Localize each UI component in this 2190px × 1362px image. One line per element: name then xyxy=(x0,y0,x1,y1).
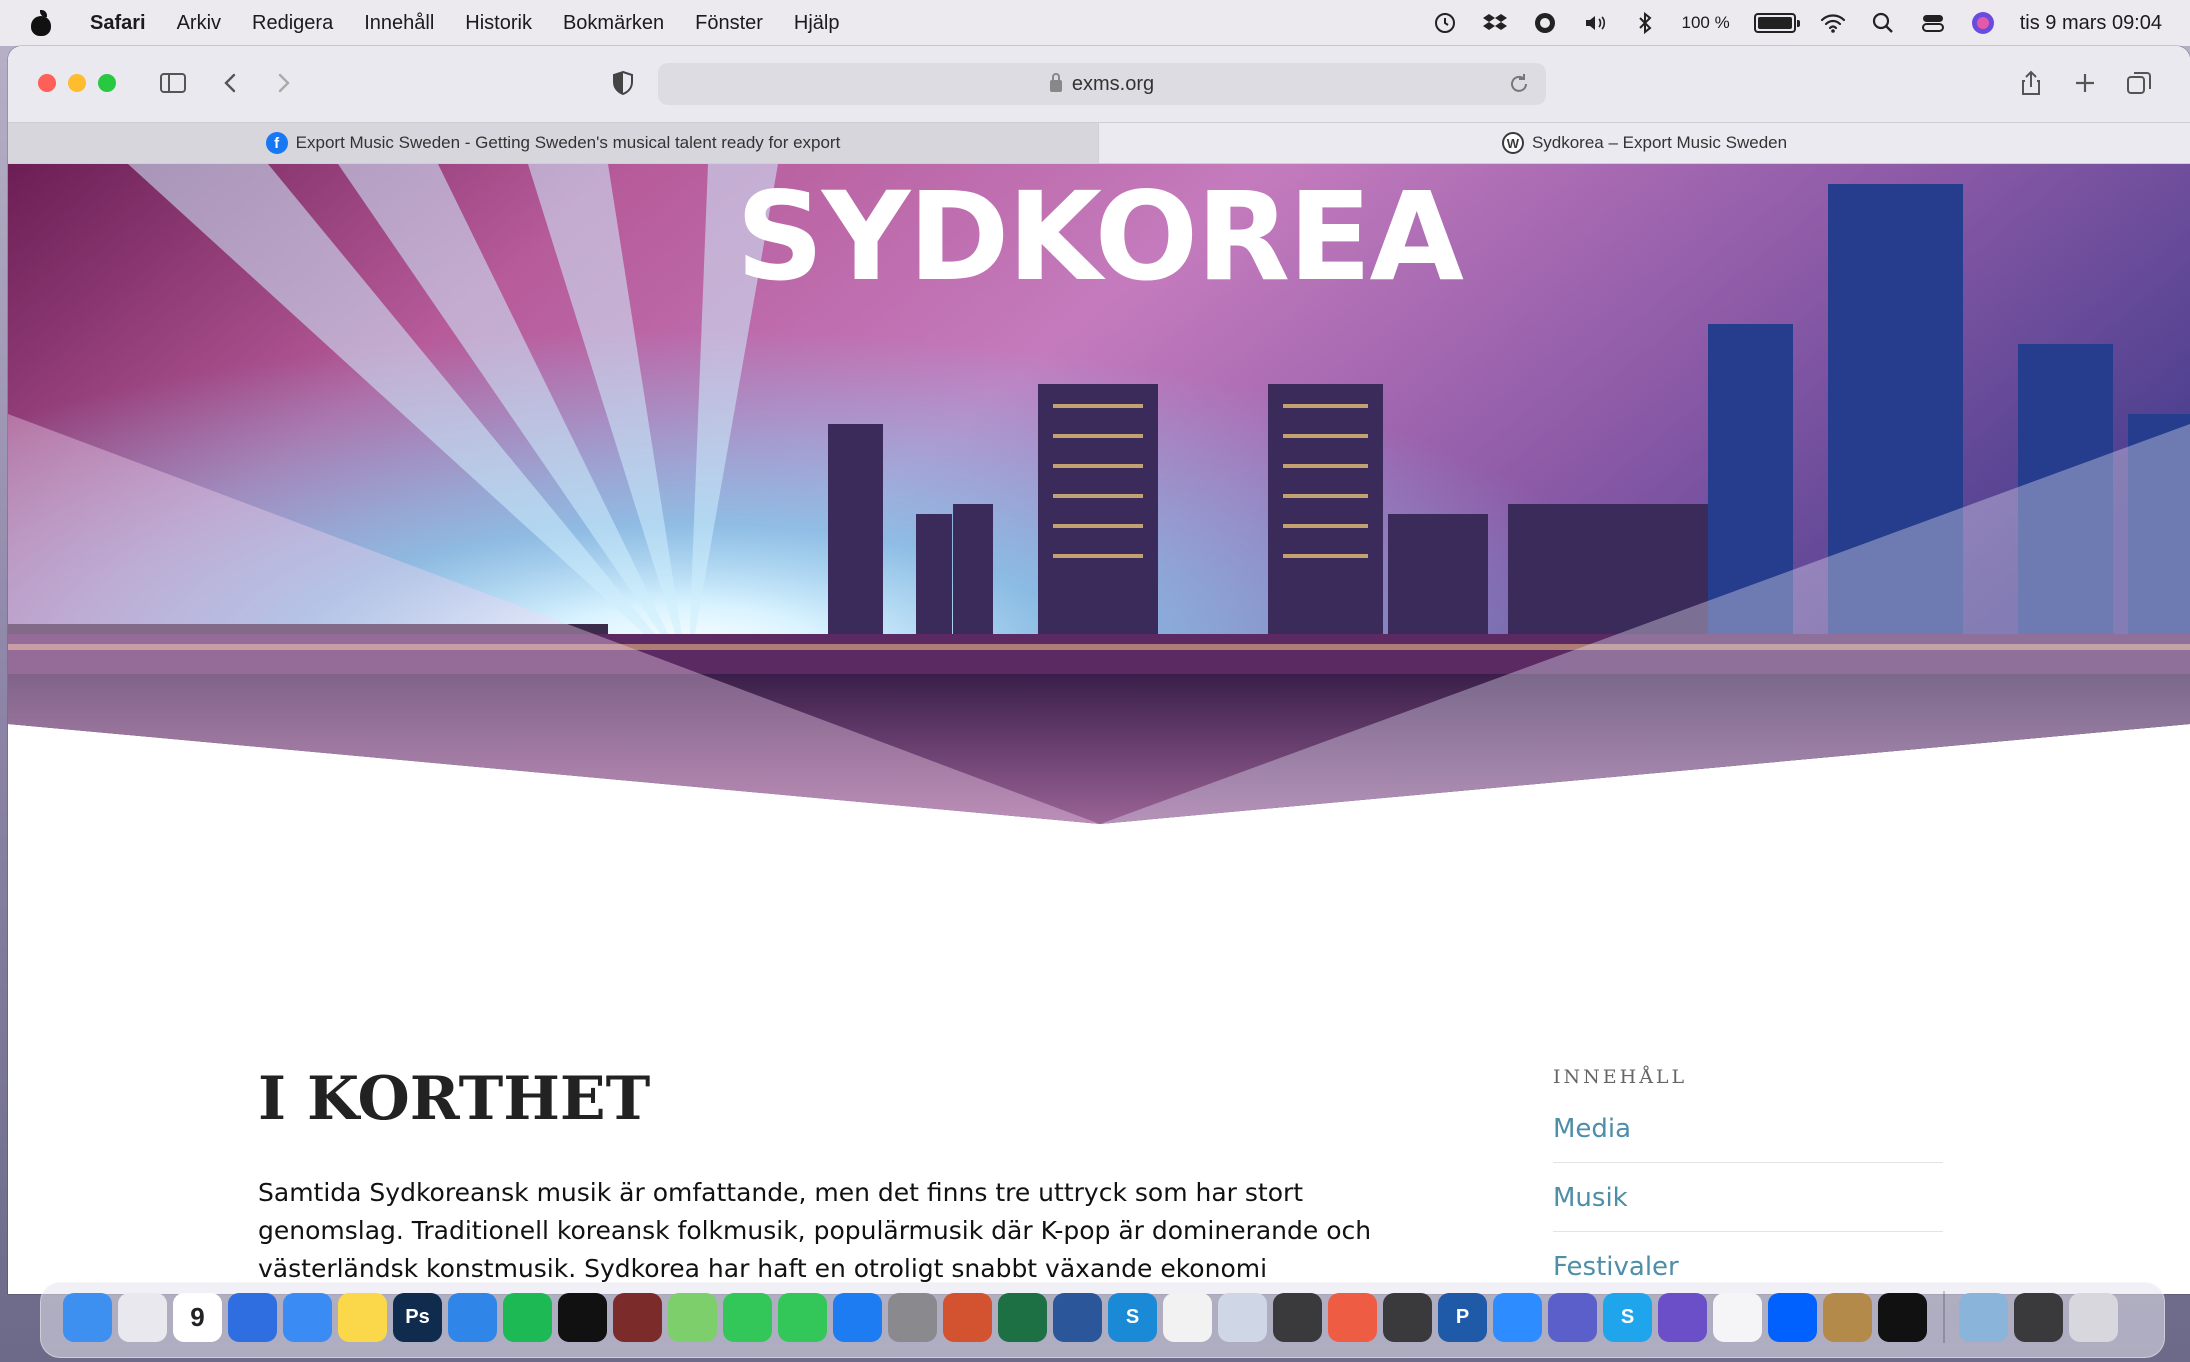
photoshop-icon[interactable]: Ps xyxy=(393,1292,442,1342)
wordpress-icon: W xyxy=(1501,132,1524,154)
reader-app-icon[interactable]: P xyxy=(1438,1292,1487,1342)
toc-link-media[interactable]: Media xyxy=(1553,1114,1943,1163)
close-window-button[interactable] xyxy=(38,74,56,92)
share-icon[interactable] xyxy=(2014,66,2048,100)
skype-for-business-icon[interactable]: S xyxy=(1108,1292,1157,1342)
sidebar-toggle-icon[interactable] xyxy=(156,66,190,100)
system-preferences-icon[interactable] xyxy=(888,1292,937,1342)
control-center-icon[interactable] xyxy=(1920,10,1946,36)
dock: 9 Ps S P S xyxy=(40,1282,2165,1358)
tab-export-music-sweden[interactable]: f Export Music Sweden - Getting Sweden's… xyxy=(8,123,1099,163)
webex-icon[interactable] xyxy=(1878,1292,1927,1342)
hero-banner: SYDKOREA xyxy=(8,164,2190,884)
time-machine-icon[interactable] xyxy=(1432,10,1458,36)
finder-icon[interactable] xyxy=(63,1292,112,1342)
excel-icon[interactable] xyxy=(998,1292,1047,1342)
downloads-icon[interactable] xyxy=(1959,1292,2008,1342)
back-button[interactable] xyxy=(214,66,248,100)
imovie-icon[interactable] xyxy=(1658,1292,1707,1342)
skype-icon[interactable]: S xyxy=(1603,1292,1652,1342)
messages-icon[interactable] xyxy=(723,1292,772,1342)
zoom-icon[interactable] xyxy=(1493,1292,1542,1342)
notes-icon[interactable] xyxy=(338,1292,387,1342)
spotify-icon[interactable] xyxy=(503,1292,552,1342)
dropbox-icon[interactable] xyxy=(1768,1292,1817,1342)
mail-icon[interactable] xyxy=(283,1292,332,1342)
privacy-shield-icon[interactable] xyxy=(606,66,640,100)
intro-paragraph: Samtida Sydkoreansk musik är omfattande,… xyxy=(258,1178,1372,1283)
calculator-icon[interactable] xyxy=(1383,1292,1432,1342)
creative-cloud-icon[interactable] xyxy=(1532,10,1558,36)
archive-icon[interactable] xyxy=(1823,1292,1872,1342)
quicktime-icon[interactable] xyxy=(1273,1292,1322,1342)
safari-icon[interactable] xyxy=(448,1292,497,1342)
menu-arkiv[interactable]: Arkiv xyxy=(177,12,221,35)
maps-icon[interactable] xyxy=(668,1292,717,1342)
launchpad-icon[interactable] xyxy=(118,1292,167,1342)
app-store-icon[interactable] xyxy=(833,1292,882,1342)
tab-sydkorea[interactable]: W Sydkorea – Export Music Sweden xyxy=(1099,123,2190,163)
volume-icon[interactable] xyxy=(1582,10,1608,36)
toc-heading: INNEHÅLL xyxy=(1553,1066,1688,1088)
tab-title: Sydkorea – Export Music Sweden xyxy=(1531,133,1788,152)
facetime-icon[interactable] xyxy=(778,1292,827,1342)
spotlight-icon[interactable] xyxy=(1870,10,1896,36)
tab-title: Export Music Sweden - Getting Sweden's m… xyxy=(295,133,841,152)
siri-icon[interactable] xyxy=(1970,10,1996,36)
apple-menu-icon[interactable] xyxy=(30,10,52,36)
section-heading: I KORTHET xyxy=(258,1064,651,1134)
screenshot-icon[interactable] xyxy=(2014,1292,2063,1342)
address-bar[interactable]: exms.org xyxy=(658,63,1546,105)
menu-app-safari[interactable]: Safari xyxy=(90,12,146,35)
safari-window: exms.org f Export Music Sweden - Getting… xyxy=(8,46,2190,1294)
word-icon[interactable] xyxy=(1053,1292,1102,1342)
bluetooth-icon[interactable] xyxy=(1632,10,1658,36)
lock-icon xyxy=(1049,73,1062,92)
dock-separator xyxy=(1943,1291,1945,1343)
article: I KORTHET Samtida Sydkoreansk musik är o… xyxy=(258,1064,1408,1288)
reminders-icon[interactable] xyxy=(228,1292,277,1342)
calendar-day: 9 xyxy=(190,1301,205,1332)
url-text: exms.org xyxy=(1071,72,1155,95)
toc-link-musik[interactable]: Musik xyxy=(1553,1183,1943,1232)
trash-icon[interactable] xyxy=(2069,1292,2118,1342)
calendar-icon[interactable]: 9 xyxy=(173,1292,222,1342)
menu-hjalp[interactable]: Hjälp xyxy=(794,12,840,35)
browser-toolbar: exms.org xyxy=(8,46,2190,122)
menu-fonster[interactable]: Fönster xyxy=(695,12,763,35)
menu-historik[interactable]: Historik xyxy=(465,12,532,35)
menu-bokmarken[interactable]: Bokmärken xyxy=(563,12,664,35)
table-of-contents: INNEHÅLL Media Musik Festivaler xyxy=(1553,1066,1943,1294)
menu-clock[interactable]: tis 9 mars 09:04 xyxy=(2020,12,2162,35)
slack-icon[interactable] xyxy=(1713,1292,1762,1342)
dropbox-icon[interactable] xyxy=(1482,10,1508,36)
tab-bar: f Export Music Sweden - Getting Sweden's… xyxy=(8,122,2190,164)
teams-icon[interactable] xyxy=(1548,1292,1597,1342)
tidal-icon[interactable] xyxy=(558,1292,607,1342)
web-content: SYDKOREA I KORTHET Samtida Sydkoreansk m… xyxy=(8,164,2190,1294)
facebook-icon: f xyxy=(265,132,288,154)
new-tab-icon[interactable] xyxy=(2068,66,2102,100)
powerpoint-icon[interactable] xyxy=(943,1292,992,1342)
wifi-icon[interactable] xyxy=(1820,10,1846,36)
forward-button[interactable] xyxy=(266,66,300,100)
timing-icon[interactable] xyxy=(1328,1292,1377,1342)
minimize-window-button[interactable] xyxy=(68,74,86,92)
menu-bar: Safari Arkiv Redigera Innehåll Historik … xyxy=(0,0,2190,46)
hero-title: SYDKOREA xyxy=(736,166,1464,308)
reload-icon[interactable] xyxy=(1506,71,1532,97)
photo-booth-icon[interactable] xyxy=(613,1292,662,1342)
zoom-window-button[interactable] xyxy=(98,74,116,92)
chrome-icon[interactable] xyxy=(1163,1292,1212,1342)
preview-icon[interactable] xyxy=(1218,1292,1267,1342)
tab-overview-icon[interactable] xyxy=(2122,66,2156,100)
menu-redigera[interactable]: Redigera xyxy=(252,12,333,35)
menu-innehall[interactable]: Innehåll xyxy=(364,12,434,35)
battery-percent: 100 % xyxy=(1681,13,1730,32)
battery-icon[interactable] xyxy=(1753,13,1800,33)
